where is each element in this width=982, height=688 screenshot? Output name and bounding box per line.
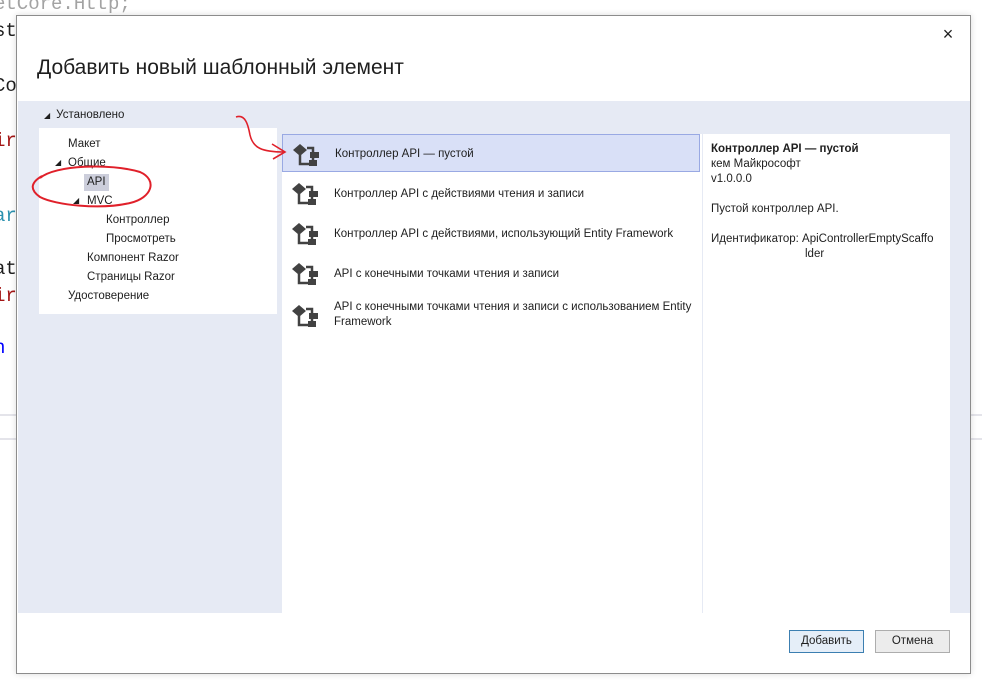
installed-header[interactable]: ◢ Установлено [44, 109, 124, 121]
dialog-title: Добавить новый шаблонный элемент [37, 56, 404, 79]
template-details: Контроллер API — пустой кем Майкрософт v… [703, 134, 950, 613]
api-controller-icon [292, 263, 318, 285]
add-button[interactable]: Добавить [789, 630, 864, 653]
expand-triangle-icon[interactable]: ◢ [55, 158, 61, 167]
detail-identifier: Идентификатор: ApiControllerEmptyScaffo [711, 233, 934, 245]
template-label: Контроллер API с действиями чтения и зап… [334, 188, 585, 200]
tree-item-view[interactable]: Просмотреть [103, 231, 179, 248]
api-controller-icon [292, 305, 318, 327]
code-line: st [0, 20, 17, 42]
category-tree: Макет ◢ Общие API ◢ MVC Контроллер Просм… [39, 128, 277, 314]
template-item[interactable]: API с конечными точками чтения и записи [282, 254, 700, 292]
template-label: API с конечными точками чтения и записи [334, 268, 560, 280]
detail-identifier-continued: lder [805, 248, 825, 260]
template-item[interactable]: Контроллер API — пустой [282, 134, 700, 172]
template-label: Контроллер API с действиями, использующи… [334, 228, 674, 240]
template-list: Контроллер API — пустой Контроллер API с… [282, 134, 702, 613]
tree-item-identity[interactable]: Удостоверение [65, 288, 152, 305]
installed-label: Установлено [56, 109, 125, 121]
add-scaffold-dialog: × Добавить новый шаблонный элемент ◢ Уста… [16, 15, 971, 674]
template-label: API с конечными точками чтения и записи … [334, 301, 692, 328]
detail-version: v1.0.0.0 [711, 173, 752, 185]
detail-author: кем Майкрософт [711, 158, 801, 170]
expand-triangle-icon[interactable]: ◢ [73, 196, 79, 205]
api-controller-icon [292, 183, 318, 205]
tree-item-layout[interactable]: Макет [65, 136, 104, 153]
api-controller-icon [292, 223, 318, 245]
api-controller-icon [293, 144, 319, 166]
tree-item-controller[interactable]: Контроллер [103, 212, 172, 229]
template-item[interactable]: Контроллер API с действиями чтения и зап… [282, 174, 700, 212]
code-line: n [0, 337, 5, 359]
template-item[interactable]: Контроллер API с действиями, использующи… [282, 214, 700, 252]
template-item[interactable]: API с конечными точками чтения и записи … [282, 294, 700, 336]
collapse-triangle-icon: ◢ [44, 111, 51, 120]
tree-item-mvc[interactable]: MVC [84, 193, 116, 210]
tree-item-razor-pages[interactable]: Страницы Razor [84, 269, 178, 286]
dialog-body: ◢ Установлено Макет ◢ Общие API ◢ MVC Кон… [18, 101, 970, 613]
tree-item-api[interactable]: API [84, 174, 109, 191]
code-line: Co [0, 75, 17, 97]
detail-description: Пустой контроллер API. [711, 203, 839, 215]
code-line: etCore.Http; [0, 0, 131, 15]
cancel-button[interactable]: Отмена [875, 630, 950, 653]
tree-item-common[interactable]: Общие [65, 155, 109, 172]
template-label: Контроллер API — пустой [335, 148, 474, 160]
detail-title: Контроллер API — пустой [711, 143, 859, 155]
tree-item-razor-component[interactable]: Компонент Razor [84, 250, 182, 267]
close-button[interactable]: × [938, 24, 958, 44]
